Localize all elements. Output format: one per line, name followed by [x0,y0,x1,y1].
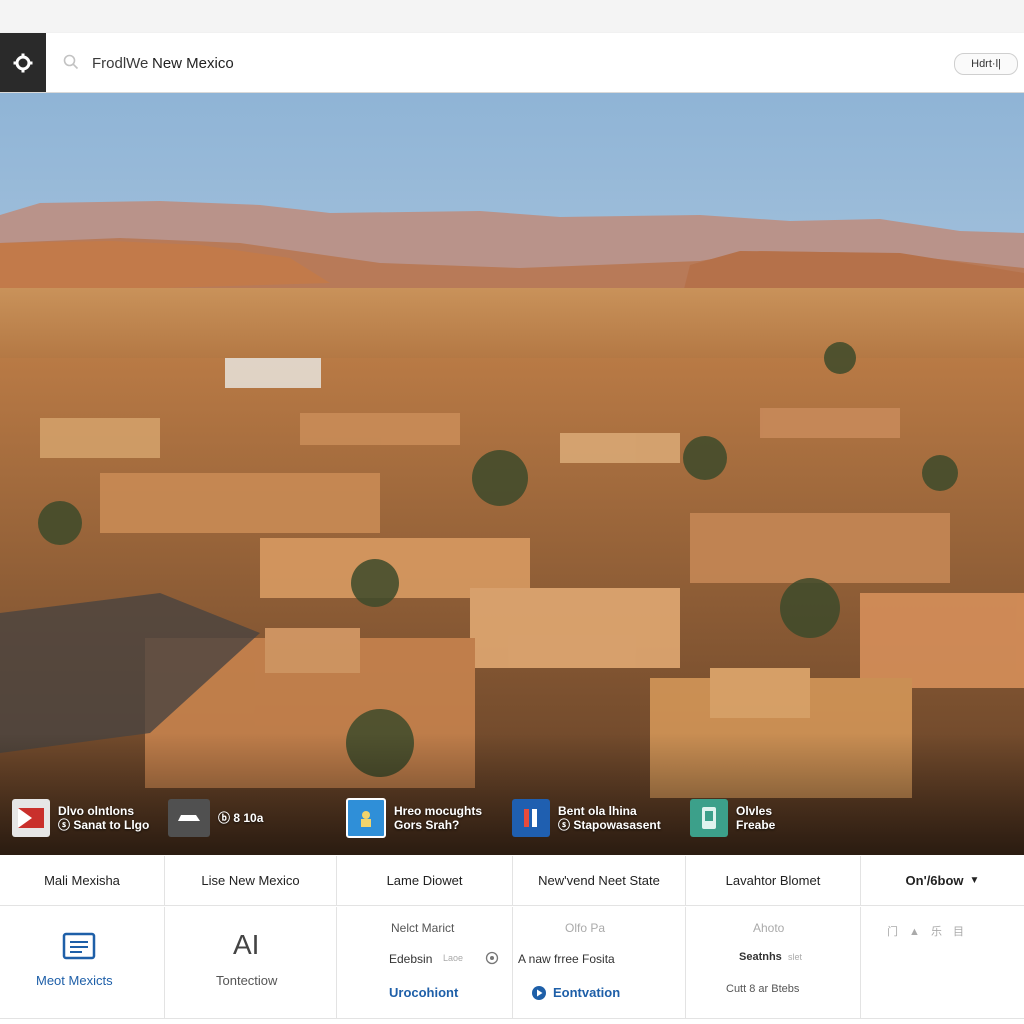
search-input[interactable]: New Mexico [152,55,234,72]
globe-icon: ⓢ [558,818,574,832]
top-right-button[interactable]: Hdrt·l| [954,53,1018,75]
column-header-5[interactable]: Lavahtor Blomet [686,856,861,906]
play-icon [532,986,546,1000]
chevron-down-icon: ▼ [969,875,980,886]
column-body-5: Ahoto Seatnhs slet Cutt 8 ar Btebs [686,907,861,1019]
promo-3-title: Hreo mocughts [394,804,483,818]
column-5-line-1: Ahoto [753,921,785,935]
promo-item-1[interactable]: Dlvo olntlons ⓢ Sanat to Llgo [12,796,149,840]
ai-icon: AI [233,929,260,960]
flag-icon [12,799,50,837]
search-prefix: FrodlWe [92,55,149,72]
column-header-6[interactable]: On'/6bow ▼ [861,856,1024,906]
column-3-link[interactable]: Urocohiont [389,985,458,1000]
new-mexico-town-photo [0,93,1024,855]
car-icon [168,799,210,837]
settings-button[interactable] [0,33,46,92]
promo-5-subtitle: Freabe [736,818,776,832]
column-4-line-2: A naw frree Fosita [518,952,615,966]
column-3-line-2-tag: Laoe [443,953,464,963]
promo-4-title: Bent ola lhina [558,804,637,818]
promo-3-subtitle: Gors Srah? [394,818,460,832]
promo-5-title: Olvles [736,804,773,818]
promo-1-title: Dlvo olntlons [58,804,134,818]
column-6-label: On'/6bow [905,873,964,888]
bottom-divider [0,1018,1024,1019]
column-header-4[interactable]: New'vend Neet State [513,856,686,906]
top-bar: FrodlWe New Mexico Hdrt·l| [0,33,1024,93]
photo-icon [346,798,386,838]
column-2-label: Tontectiow [216,973,278,988]
clock-icon: ⓑ [218,811,234,825]
column-1-link[interactable]: Meot Mexicts [36,973,113,988]
phone-icon [690,799,728,837]
promo-item-2[interactable]: ⓑ 8 10a [168,796,263,840]
column-header-1[interactable]: Mali Mexisha [0,856,165,906]
column-body-3: Nelct Marict Edebsin Laoe Urocohiont [337,907,513,1019]
promo-2-subtitle: 8 10a [233,811,264,825]
hero-image [0,93,1024,855]
column-4-line-1: Olfo Pa [565,921,606,935]
search-icon [63,54,79,70]
column-5-line-2-tag: slet [788,952,803,962]
column-body-1: Meot Mexicts [0,907,165,1019]
column-header-2[interactable]: Lise New Mexico [165,856,337,906]
gear-icon [13,53,33,72]
column-body-2: AI Tontectiow [165,907,337,1019]
column-4-link[interactable]: Eontvation [553,985,620,1000]
promo-item-3[interactable]: Hreo mocughts Gors Srah? [346,796,482,840]
column-5-line-3: Cutt 8 ar Btebs [726,983,800,995]
bottom-columns: Mali Mexisha Lise New Mexico Lame Diowet… [0,856,1024,1024]
column-body-6: 门 ▲ 乐 目 [861,907,1024,1019]
promo-item-5[interactable]: Olvles Freabe [690,796,775,840]
top-band [0,0,1024,33]
column-body-4: Olfo Pa A naw frree Fosita Eontvation [513,907,686,1019]
help-icon [485,951,499,965]
column-3-line-1: Nelct Marict [391,921,455,935]
promo-item-4[interactable]: Bent ola lhina ⓢ Stapowasasent [512,796,661,840]
bookmark-icon [512,799,550,837]
column-6-icons: 门 ▲ 乐 目 [887,926,969,938]
column-header-3[interactable]: Lame Diowet [337,856,513,906]
column-5-line-2: Seatnhs [739,951,782,963]
document-icon [62,932,96,960]
promo-1-subtitle: Sanat to Llgo [73,818,150,832]
promo-4-subtitle: Stapowasasent [573,818,661,832]
info-icon: ⓢ [58,818,74,832]
promo-strip: Dlvo olntlons ⓢ Sanat to Llgo ⓑ 8 10a Hr… [0,790,1024,850]
column-3-line-2: Edebsin [389,952,433,966]
